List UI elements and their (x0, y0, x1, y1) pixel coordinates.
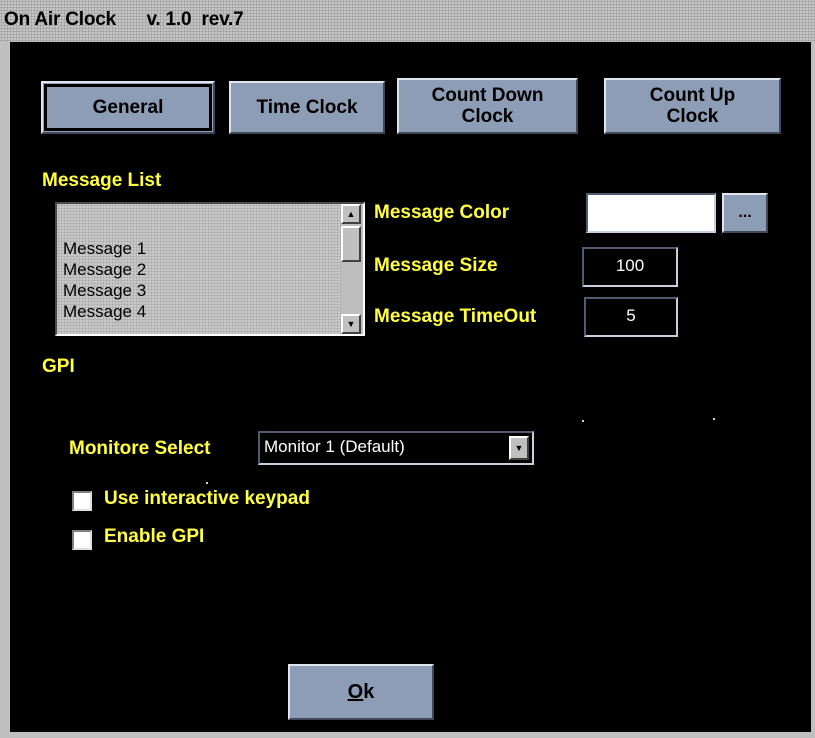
decorative-dot (713, 418, 715, 420)
enable-gpi-label: Enable GPI (104, 526, 205, 547)
tab-general[interactable]: General (41, 81, 215, 134)
monitor-select[interactable]: Monitor 1 (Default) ▼ (258, 431, 534, 465)
message-size-label: Message Size (374, 255, 498, 276)
list-scrollbar[interactable]: ▲ ▼ (341, 204, 363, 334)
color-browse-button[interactable]: ... (722, 193, 768, 233)
decorative-dot (582, 420, 584, 422)
ok-button[interactable]: Ok (288, 664, 434, 720)
list-item[interactable]: Message 2 (63, 259, 146, 280)
message-color-label: Message Color (374, 202, 510, 223)
scroll-down-arrow-icon[interactable]: ▼ (341, 314, 361, 334)
message-size-input[interactable]: 100 (582, 247, 678, 287)
monitor-select-value: Monitor 1 (Default) (264, 437, 405, 456)
interactive-keypad-label: Use interactive keypad (104, 488, 310, 509)
scroll-thumb[interactable] (341, 226, 361, 262)
list-item[interactable]: Message 3 (63, 280, 146, 301)
monitor-select-label: Monitore Select (69, 438, 211, 459)
ok-button-label: k (363, 680, 375, 703)
scroll-up-arrow-icon[interactable]: ▲ (341, 204, 361, 224)
tab-time-clock[interactable]: Time Clock (229, 81, 385, 134)
interactive-keypad-checkbox[interactable] (72, 491, 92, 511)
decorative-dot (206, 482, 208, 484)
message-timeout-label: Message TimeOut (374, 306, 537, 327)
message-color-swatch[interactable] (586, 193, 716, 233)
chevron-down-icon[interactable]: ▼ (509, 436, 529, 460)
gpi-label: GPI (42, 356, 75, 377)
message-list-items: Message 1 Message 2 Message 3 Message 4 (63, 238, 146, 322)
message-timeout-input[interactable]: 5 (584, 297, 678, 337)
tab-count-down-clock[interactable]: Count Down Clock (397, 78, 578, 134)
app-window: On Air Clock v. 1.0 rev.7 General Time C… (0, 0, 815, 738)
tab-count-up-clock[interactable]: Count Up Clock (604, 78, 781, 134)
list-item[interactable]: Message 1 (63, 238, 146, 259)
message-list[interactable]: Message 1 Message 2 Message 3 Message 4 … (55, 202, 365, 336)
ok-button-mnemonic: O (347, 680, 364, 703)
window-title: On Air Clock v. 1.0 rev.7 (4, 9, 244, 30)
title-bar[interactable]: On Air Clock v. 1.0 rev.7 (0, 0, 815, 42)
message-list-label: Message List (42, 170, 162, 191)
enable-gpi-checkbox[interactable] (72, 530, 92, 550)
list-item[interactable]: Message 4 (63, 301, 146, 322)
dialog-client-area: General Time Clock Count Down Clock Coun… (10, 42, 811, 732)
